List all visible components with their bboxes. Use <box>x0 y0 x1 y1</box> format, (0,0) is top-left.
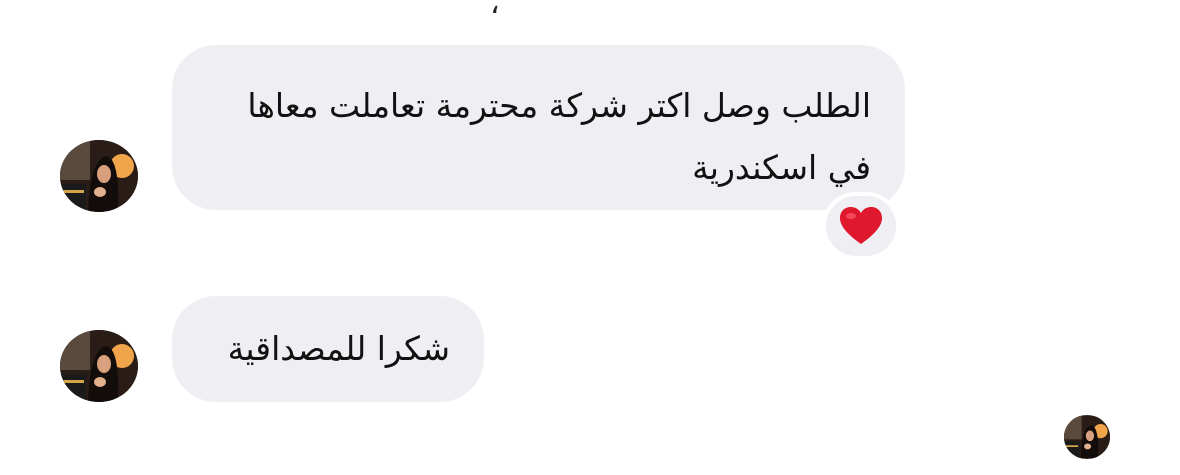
previous-message-fragment: ، <box>490 0 500 21</box>
message-text: الطلب وصل اكتر شركة محترمة تعاملت معاها … <box>247 86 871 187</box>
avatar-image <box>1064 415 1110 459</box>
message-bubble[interactable]: الطلب وصل اكتر شركة محترمة تعاملت معاها … <box>172 45 905 210</box>
reaction-badge[interactable] <box>822 192 900 260</box>
sender-avatar[interactable] <box>60 140 138 212</box>
message-bubble[interactable]: شكرا للمصداقية <box>172 296 484 402</box>
avatar-image <box>60 140 138 212</box>
read-receipt-avatar <box>1064 415 1110 459</box>
message-text: شكرا للمصداقية <box>227 329 450 368</box>
avatar-image <box>60 330 138 402</box>
red-heart-icon <box>840 207 882 244</box>
sender-avatar[interactable] <box>60 330 138 402</box>
